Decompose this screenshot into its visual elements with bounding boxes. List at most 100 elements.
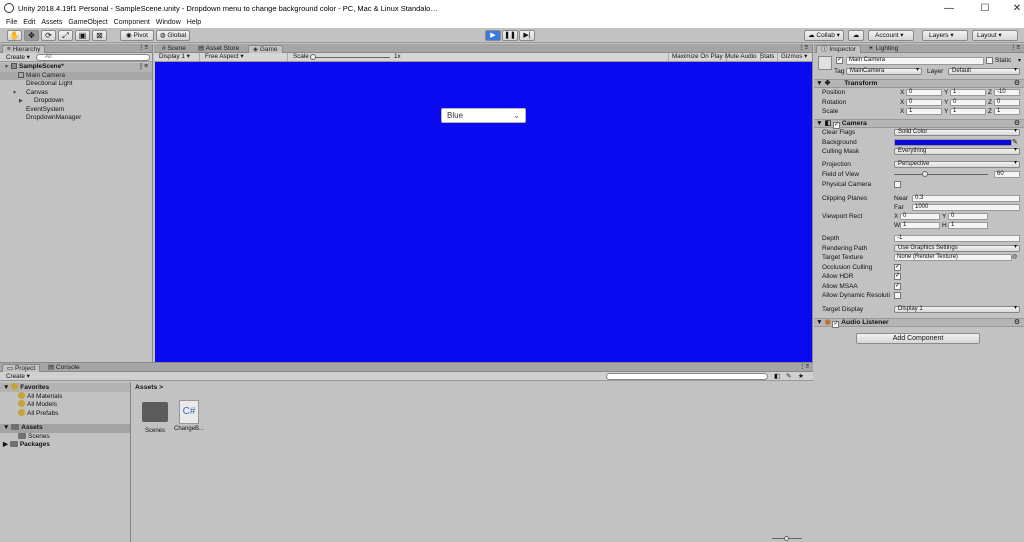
object-name-field[interactable]: Main Camera [846,57,984,65]
physical-camera-checkbox[interactable] [894,180,901,188]
rotation-y-field[interactable]: 0 [950,98,986,106]
menu-edit[interactable]: Edit [20,17,38,28]
audio-listener-enabled-checkbox[interactable]: ✓ [832,321,840,328]
dynamic-resolution-checkbox[interactable] [894,292,901,299]
pause-button[interactable]: ❚❚ [502,30,518,41]
scale-x-field[interactable]: 1 [906,108,942,115]
layer-dropdown[interactable]: Default [948,68,1020,75]
transform-tool-button[interactable]: ⊠ [92,30,107,41]
viewport-y-field[interactable]: 0 [948,213,988,220]
eyedropper-icon[interactable]: ✎ [1012,138,1018,147]
fov-field[interactable]: 60 [994,171,1020,178]
asset-script[interactable]: C# ChangeB... [172,398,206,438]
expand-arrow-icon[interactable]: ▼ [816,120,823,127]
hand-tool-button[interactable]: ✋ [7,30,22,41]
favorites-item[interactable]: ▼ Favorites [0,383,130,392]
audio-listener-component-header[interactable]: ▼ ◉ ✓ Audio Listener ⚙ [814,318,1024,328]
scale-slider-track[interactable] [312,57,390,58]
collab-button[interactable]: ☁ Collab ▾ [804,30,844,41]
culling-mask-dropdown[interactable]: Everything [894,148,1020,155]
pivot-toggle[interactable]: ◉ Pivot [120,30,154,41]
scale-slider-knob[interactable] [310,54,316,60]
allow-msaa-checkbox[interactable]: ✓ [894,282,901,290]
hierarchy-item-dropdown[interactable]: ▶ Dropdown [0,97,152,106]
viewport-w-field[interactable]: 1 [900,222,940,229]
depth-field[interactable]: -1 [894,235,1020,242]
tag-dropdown[interactable]: MainCamera [846,68,922,75]
play-button[interactable]: ▶ [485,30,501,41]
menu-help[interactable]: Help [184,17,204,28]
step-button[interactable]: ▶| [519,30,535,41]
clear-flags-dropdown[interactable]: Solid Color [894,129,1020,136]
maximize-on-play-toggle[interactable]: Maximize On Play [668,53,727,61]
panel-menu-icon[interactable]: ⋮≡ [138,44,148,51]
rotation-x-field[interactable]: 0 [906,98,942,106]
maximize-button[interactable]: ☐ [970,0,1000,17]
cloud-button[interactable]: ☁ [848,30,864,41]
tab-hierarchy[interactable]: ≡ Hierarchy [2,45,46,53]
add-component-button[interactable]: Add Component [856,333,980,344]
favorite-all-prefabs[interactable]: All Prefabs [0,408,130,418]
tab-asset-store[interactable]: ▤ Asset Store [194,45,243,53]
panel-menu-icon[interactable]: ⋮≡ [799,363,809,370]
gizmos-dropdown[interactable]: Gizmos ▾ [778,53,810,61]
stats-toggle[interactable]: Stats [757,53,779,61]
object-picker-icon[interactable]: ◎ [1012,253,1017,262]
collapse-arrow-icon[interactable]: ▶ [19,97,26,106]
rendering-path-dropdown[interactable]: Use Graphics Settings [894,244,1020,252]
object-active-checkbox[interactable]: ✓ [836,57,843,64]
hierarchy-item-eventsystem[interactable]: EventSystem [0,106,152,115]
hierarchy-item-canvas[interactable]: ▼ Canvas [0,89,152,98]
expand-arrow-icon[interactable]: ▼ [816,319,823,326]
assets-breadcrumb[interactable]: Assets > [135,384,163,391]
favorite-all-models[interactable]: All Models [0,400,130,409]
hierarchy-item-main-camera[interactable]: Main Camera [0,71,152,80]
expand-arrow-icon[interactable]: ▼ [3,424,9,431]
menu-file[interactable]: File [3,17,20,28]
menu-window[interactable]: Window [153,17,184,28]
static-checkbox[interactable] [986,57,993,64]
color-dropdown[interactable]: Blue ⌄ [441,108,526,123]
scale-z-field[interactable]: 1 [994,108,1020,115]
scale-control[interactable]: Scale 1x [290,53,420,61]
tab-inspector[interactable]: ⓘ Inspector [816,45,862,53]
tab-project[interactable]: ▭ Project [2,364,41,372]
menu-gameobject[interactable]: GameObject [65,17,110,28]
scale-tool-button[interactable]: ⤢ [58,30,73,41]
tab-console[interactable]: ▤ Console [44,364,84,372]
allow-hdr-checkbox[interactable]: ✓ [894,273,901,280]
project-search-input[interactable] [606,373,768,380]
tab-lighting[interactable]: ☀ Lighting [864,45,902,53]
layout-dropdown[interactable]: Layout ▾ [972,30,1018,41]
close-button[interactable]: ✕ [1002,0,1024,17]
display-dropdown[interactable]: Display 1 ▾ [156,53,200,61]
minimize-button[interactable]: — [934,0,964,17]
expand-arrow-icon[interactable]: ▼ [816,80,823,87]
hierarchy-item-samplescene[interactable]: ▼ SampleScene* ⋮≡ [0,63,152,72]
component-settings-icon[interactable]: ⚙ [1014,319,1020,327]
menu-assets[interactable]: Assets [38,17,65,28]
fov-slider-knob[interactable] [922,171,929,177]
position-y-field[interactable]: 1 [950,89,986,96]
aspect-dropdown[interactable]: Free Aspect ▾ [202,53,288,61]
layers-dropdown[interactable]: Layers ▾ [922,30,968,41]
expand-arrow-icon[interactable]: ▼ [4,63,11,72]
create-button[interactable]: Create ▾ [6,54,30,61]
viewport-x-field[interactable]: 0 [900,213,940,220]
position-z-field[interactable]: -10 [994,89,1020,96]
scene-menu-icon[interactable]: ⋮≡ [138,63,148,72]
hierarchy-search-input[interactable]: All [36,54,150,61]
project-create-button[interactable]: Create ▾ [6,373,30,380]
move-tool-button[interactable]: ✥ [24,30,39,41]
favorite-star-icon[interactable]: ★ [798,373,804,380]
assets-root-item[interactable]: ▼ Assets [0,424,130,433]
position-x-field[interactable]: 0 [906,89,942,96]
component-settings-icon[interactable]: ⚙ [1014,120,1020,128]
near-field[interactable]: 0.3 [912,195,1020,202]
packages-item[interactable]: ▶ Packages [0,441,130,450]
filter-label-icon[interactable]: ✎ [786,373,791,380]
hierarchy-item-directional-light[interactable]: Directional Light [0,80,152,89]
component-settings-icon[interactable]: ⚙ [1014,80,1020,88]
expand-arrow-icon[interactable]: ▼ [12,89,19,98]
collapse-arrow-icon[interactable]: ▶ [3,441,8,448]
